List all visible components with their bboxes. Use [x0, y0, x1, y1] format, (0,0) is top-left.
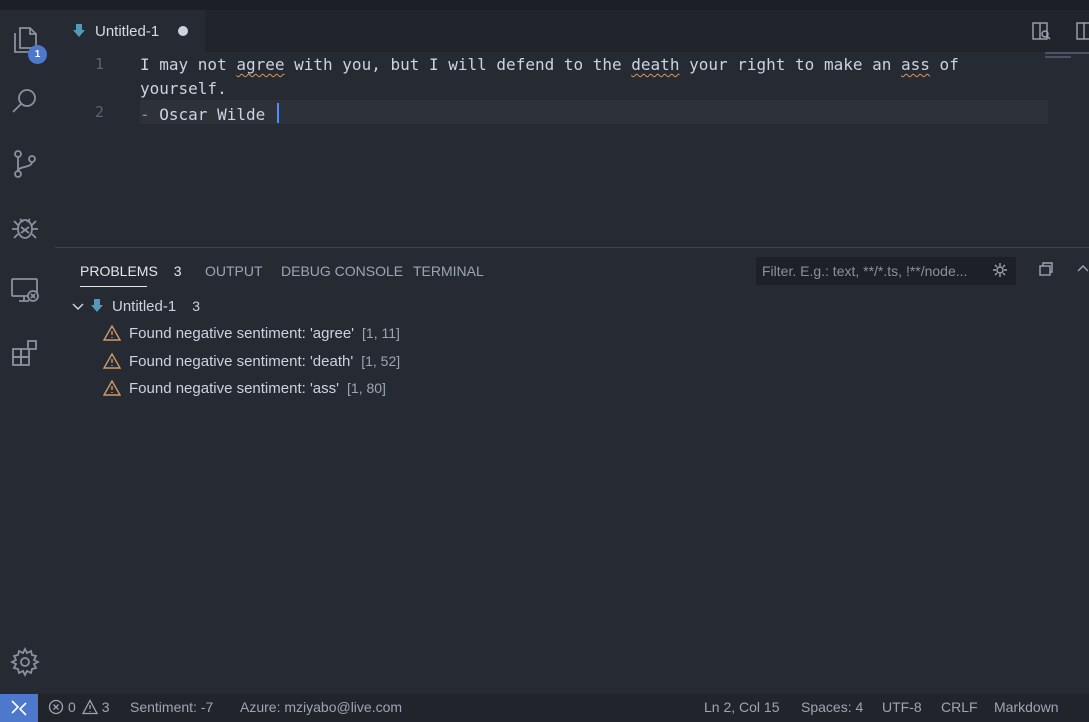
debug-button[interactable]	[0, 202, 50, 252]
active-tab-underline	[80, 286, 147, 287]
markdown-download-icon	[73, 24, 85, 37]
explorer-badge: 1	[28, 45, 47, 64]
code-line-1[interactable]: I may not agree with you, but I will def…	[140, 55, 959, 74]
warning-word-death[interactable]: death	[631, 55, 679, 74]
filter-input[interactable]	[762, 261, 988, 281]
extensions-icon	[12, 340, 37, 366]
tab-bar: Untitled-1	[55, 10, 1089, 52]
problem-item[interactable]: Found negative sentiment: 'death' [1, 52…	[103, 350, 400, 372]
filter-settings-icon[interactable]	[992, 262, 1010, 280]
problem-message: Found negative sentiment: 'ass'	[129, 379, 340, 397]
markdown-download-icon	[91, 299, 103, 312]
tab-untitled-1[interactable]: Untitled-1	[55, 10, 205, 52]
tab-terminal[interactable]: TERMINAL	[413, 263, 484, 279]
code-line-2[interactable]: - Oscar Wilde	[140, 103, 279, 124]
collapse-all-icon[interactable]	[1038, 261, 1054, 277]
chevron-down-icon	[72, 303, 84, 311]
maximize-panel-icon[interactable]	[1076, 263, 1088, 275]
encoding-status[interactable]: UTF-8	[882, 699, 922, 715]
unsaved-dot-icon[interactable]	[178, 26, 188, 36]
panel: PROBLEMS 3 OUTPUT DEBUG CONSOLE TERMINAL…	[55, 247, 1089, 694]
warning-count: 3	[101, 699, 110, 715]
split-editor-icon[interactable]	[1075, 21, 1089, 41]
source-control-icon	[14, 150, 36, 178]
tab-output[interactable]: OUTPUT	[205, 263, 263, 279]
problems-count: 3	[173, 263, 182, 279]
code-text: Oscar Wilde	[149, 105, 275, 124]
warning-icon	[103, 380, 121, 396]
code-text: I may not	[140, 55, 237, 74]
debug-icon	[12, 218, 38, 239]
file-problem-count: 3	[192, 298, 200, 314]
cursor-position-status[interactable]: Ln 2, Col 15	[704, 699, 780, 715]
open-preview-icon[interactable]	[1031, 21, 1051, 41]
tab-problems[interactable]: PROBLEMS 3	[80, 263, 182, 279]
warning-icon	[81, 699, 98, 715]
sentiment-status[interactable]: Sentiment: -7	[130, 699, 213, 715]
code-text: of	[929, 55, 959, 74]
remote-explorer-icon	[11, 278, 39, 302]
file-name: Untitled-1	[112, 297, 177, 315]
settings-button[interactable]	[0, 637, 50, 687]
azure-account-status[interactable]: Azure: mziyabo@live.com	[240, 699, 402, 715]
tab-debug-console[interactable]: DEBUG CONSOLE	[281, 263, 403, 279]
activity-bar: 1	[0, 10, 55, 694]
code-line-1-wrap[interactable]: yourself.	[140, 79, 227, 98]
problem-location: [1, 52]	[361, 353, 401, 369]
line-number: 1	[95, 55, 105, 73]
text-cursor	[276, 103, 279, 123]
problems-file-row[interactable]: Untitled-1 3	[71, 295, 200, 317]
explorer-button[interactable]: 1	[0, 15, 50, 65]
title-bar	[0, 0, 1089, 10]
source-control-button[interactable]	[0, 139, 50, 189]
gear-icon	[9, 646, 41, 678]
editor-actions	[1031, 10, 1089, 52]
status-bar: 0 3 Sentiment: -7 Azure: mziyabo@live.co…	[0, 694, 1089, 722]
code-text: your right to make an	[679, 55, 902, 74]
problem-item[interactable]: Found negative sentiment: 'ass' [1, 80]	[103, 377, 386, 399]
search-icon	[12, 89, 36, 113]
warning-word-agree[interactable]: agree	[236, 55, 284, 74]
error-count: 0	[68, 699, 76, 715]
problem-location: [1, 80]	[347, 380, 386, 396]
eol-status[interactable]: CRLF	[941, 699, 978, 715]
remote-explorer-button[interactable]	[0, 265, 50, 315]
language-mode-status[interactable]: Markdown	[994, 699, 1059, 715]
problems-status[interactable]: 0 3	[48, 699, 110, 715]
line-number: 2	[95, 103, 105, 121]
code-text: with you, but I will defend to the	[284, 55, 632, 74]
warning-word-ass[interactable]: ass	[901, 55, 930, 74]
problems-filter	[756, 257, 1016, 285]
problem-item[interactable]: Found negative sentiment: 'agree' [1, 11…	[103, 322, 400, 344]
tab-problems-label: PROBLEMS	[80, 263, 158, 279]
list-dash: -	[140, 105, 150, 124]
extensions-button[interactable]	[0, 328, 50, 378]
tab-label: Untitled-1	[95, 23, 160, 40]
remote-indicator[interactable]	[0, 694, 38, 722]
problem-message: Found negative sentiment: 'death'	[129, 352, 354, 370]
error-icon	[48, 699, 64, 715]
warning-icon	[103, 353, 121, 369]
search-button[interactable]	[0, 76, 50, 126]
minimap[interactable]	[1045, 52, 1089, 60]
problem-location: [1, 11]	[362, 325, 400, 341]
editor[interactable]: 1 I may not agree with you, but I will d…	[55, 52, 1089, 247]
problem-message: Found negative sentiment: 'agree'	[129, 324, 355, 342]
warning-icon	[103, 325, 121, 341]
indentation-status[interactable]: Spaces: 4	[801, 699, 863, 715]
remote-icon	[11, 700, 27, 716]
